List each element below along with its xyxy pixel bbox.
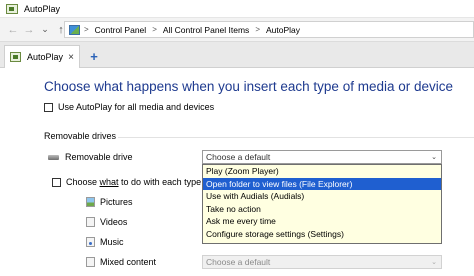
mixed-content-dropdown[interactable]: Choose a default ⌄ xyxy=(202,255,442,269)
close-icon[interactable]: × xyxy=(68,52,74,63)
mixed-content-icon xyxy=(86,257,95,267)
forward-icon[interactable]: → xyxy=(22,22,36,38)
media-label: Pictures xyxy=(100,197,133,207)
removable-drive-value: Choose a default xyxy=(206,152,271,162)
breadcrumb-autoplay[interactable]: AutoPlay xyxy=(266,25,300,35)
breadcrumb-separator: > xyxy=(255,25,260,34)
removable-drive-dropdown[interactable]: Choose a default ⌄ xyxy=(202,150,442,164)
address-box[interactable]: > Control Panel > All Control Panel Item… xyxy=(64,21,474,38)
media-row-pictures: Pictures xyxy=(86,197,133,207)
videos-icon xyxy=(86,217,95,227)
dropdown-option-selected[interactable]: Open folder to view files (File Explorer… xyxy=(203,177,441,191)
chevron-down-icon: ⌄ xyxy=(431,154,437,161)
media-row-videos: Videos xyxy=(86,217,127,227)
dropdown-option[interactable]: Use with Audials (Audials) xyxy=(203,190,441,203)
dropdown-option[interactable]: Take no action xyxy=(203,203,441,216)
dropdown-options-list: Play (Zoom Player) Open folder to view f… xyxy=(202,164,442,244)
use-autoplay-checkbox[interactable] xyxy=(44,102,53,112)
section-removable-drives: Removable drives xyxy=(44,131,117,141)
back-icon[interactable]: ← xyxy=(6,22,20,38)
use-autoplay-label[interactable]: Use AutoPlay for all media and devices xyxy=(58,102,214,112)
autoplay-tab-icon xyxy=(10,52,21,62)
choose-what-checkbox[interactable] xyxy=(52,177,61,187)
dropdown-option[interactable]: Configure storage settings (Settings) xyxy=(203,228,441,241)
removable-drive-row: Removable drive xyxy=(48,152,133,162)
dropdown-option[interactable]: Ask me every time xyxy=(203,215,441,228)
media-label: Videos xyxy=(100,217,128,227)
mixed-content-value: Choose a default xyxy=(206,257,271,267)
section-divider xyxy=(118,137,474,138)
music-icon xyxy=(86,237,95,247)
history-chevron-icon[interactable]: ⌄ xyxy=(38,22,52,38)
choose-what-row[interactable]: Choose what to do with each type of m xyxy=(52,177,221,187)
dropdown-option[interactable]: Play (Zoom Player) xyxy=(203,165,441,178)
breadcrumb-separator: > xyxy=(84,25,89,34)
removable-drive-label: Removable drive xyxy=(65,152,133,162)
media-label: Music xyxy=(100,237,124,247)
removable-drive-icon xyxy=(48,154,59,160)
tab-autoplay[interactable]: AutoPlay × xyxy=(4,45,80,68)
breadcrumb-all-items[interactable]: All Control Panel Items xyxy=(163,25,249,35)
title-bar: AutoPlay xyxy=(0,0,474,18)
address-bar: ← → ⌄ ↑ > Control Panel > All Control Pa… xyxy=(0,18,474,42)
pictures-icon xyxy=(86,197,95,207)
autoplay-app-icon xyxy=(6,3,18,14)
breadcrumb-separator: > xyxy=(152,25,157,34)
breadcrumb-control-panel[interactable]: Control Panel xyxy=(95,25,147,35)
page-heading: Choose what happens when you insert each… xyxy=(44,79,454,94)
choose-what-label[interactable]: Choose what to do with each type of m xyxy=(66,177,221,187)
tab-strip: AutoPlay × + xyxy=(0,42,474,68)
window-title: AutoPlay xyxy=(24,3,61,14)
media-row-mixed-content: Mixed content xyxy=(86,257,156,267)
media-row-music: Music xyxy=(86,237,124,247)
chevron-down-icon: ⌄ xyxy=(431,259,437,266)
tab-label: AutoPlay xyxy=(27,52,64,62)
new-tab-button[interactable]: + xyxy=(86,47,102,65)
use-autoplay-row[interactable]: Use AutoPlay for all media and devices xyxy=(44,102,214,112)
control-panel-icon xyxy=(69,24,80,35)
media-label: Mixed content xyxy=(100,257,157,267)
